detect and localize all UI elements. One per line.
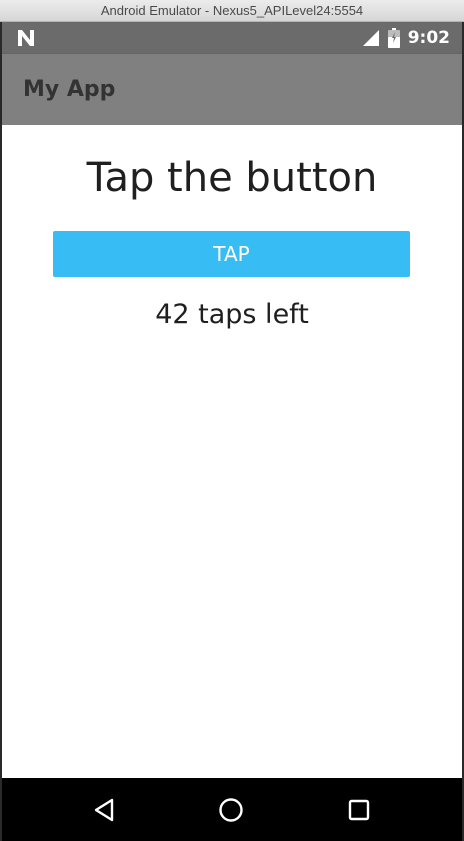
emulator-window: Android Emulator - Nexus5_APILevel24:555… bbox=[0, 0, 464, 841]
recents-icon bbox=[348, 799, 370, 821]
recents-button[interactable] bbox=[343, 794, 375, 826]
signal-icon bbox=[362, 30, 379, 46]
n-notification-icon bbox=[18, 30, 34, 46]
navigation-bar bbox=[2, 778, 462, 841]
main-content: Tap the button TAP 42 taps left bbox=[2, 125, 462, 778]
status-icons: 9:02 bbox=[362, 22, 450, 54]
app-bar: My App bbox=[2, 54, 462, 125]
status-bar: 9:02 bbox=[2, 22, 462, 54]
taps-left-label: 42 taps left bbox=[155, 299, 309, 330]
window-title: Android Emulator - Nexus5_APILevel24:555… bbox=[100, 3, 364, 18]
page-heading: Tap the button bbox=[86, 155, 378, 201]
app-title: My App bbox=[23, 77, 116, 102]
back-icon bbox=[94, 798, 114, 822]
status-time: 9:02 bbox=[407, 28, 450, 48]
tap-button[interactable]: TAP bbox=[53, 231, 410, 277]
home-icon bbox=[219, 798, 243, 822]
home-button[interactable] bbox=[215, 794, 247, 826]
back-button[interactable] bbox=[88, 794, 120, 826]
window-title-bar: Android Emulator - Nexus5_APILevel24:555… bbox=[0, 0, 464, 22]
battery-icon bbox=[387, 28, 400, 48]
